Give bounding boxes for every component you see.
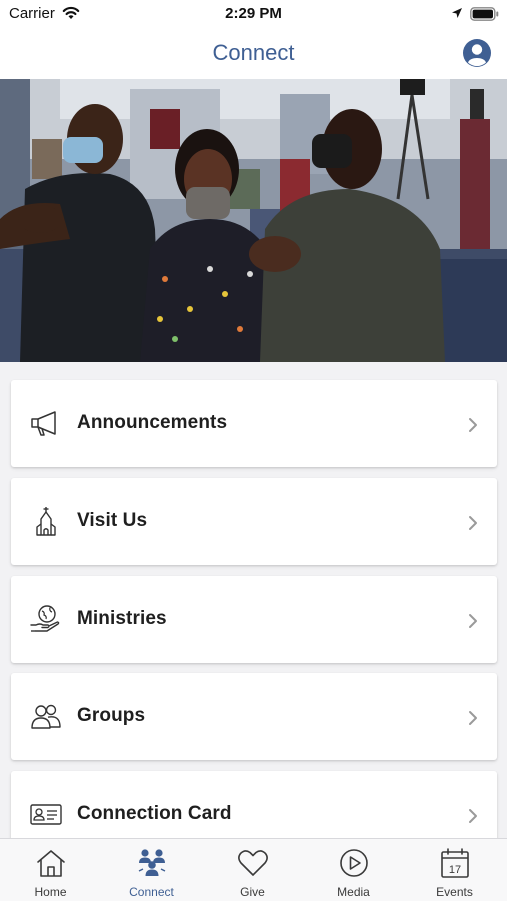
chevron-right-icon [469,516,477,530]
chevron-right-icon [469,614,477,628]
status-time: 2:29 PM [225,5,282,22]
profile-icon[interactable] [462,38,492,68]
tab-events[interactable]: 17 Events [404,839,505,901]
tab-home[interactable]: Home [0,839,101,901]
id-card-icon [30,804,62,825]
nav-bar: Connect [0,28,507,79]
status-bar: Carrier 2:29 PM [0,0,507,28]
heart-icon [238,850,268,876]
people-icon [31,704,61,729]
chevron-right-icon [469,418,477,432]
location-arrow-icon [452,8,462,18]
menu-item-label: Visit Us [77,510,148,531]
people-group-icon [138,849,166,876]
tab-bar: Home Connect Give Media 17 Events [0,838,507,901]
play-circle-icon [340,849,368,877]
globe-hand-icon [30,605,60,632]
chevron-right-icon [469,711,477,725]
hero-image [0,79,507,362]
tab-label: Home [34,885,67,899]
tab-connect[interactable]: Connect [101,839,202,901]
tab-give[interactable]: Give [202,839,303,901]
menu-item-label: Groups [77,705,146,726]
menu-item-ministries[interactable]: Ministries [11,576,497,663]
menu-item-groups[interactable]: Groups [11,673,497,760]
tab-media[interactable]: Media [303,839,404,901]
menu-item-label: Ministries [77,608,167,629]
calendar-day: 17 [449,864,461,876]
menu-item-announcements[interactable]: Announcements [11,380,497,467]
menu-item-visit-us[interactable]: Visit Us [11,478,497,565]
tab-label: Events [436,885,473,899]
church-icon [36,507,56,536]
home-icon [37,850,65,877]
page-title: Connect [212,40,295,65]
tab-label: Media [337,885,370,899]
tab-label: Give [240,885,265,899]
menu-item-label: Connection Card [77,803,232,824]
tab-label: Connect [129,885,174,899]
chevron-right-icon [469,809,477,823]
megaphone-icon [31,411,56,436]
calendar-icon: 17 [441,848,469,878]
battery-icon [470,7,499,21]
menu-item-label: Announcements [77,412,228,433]
